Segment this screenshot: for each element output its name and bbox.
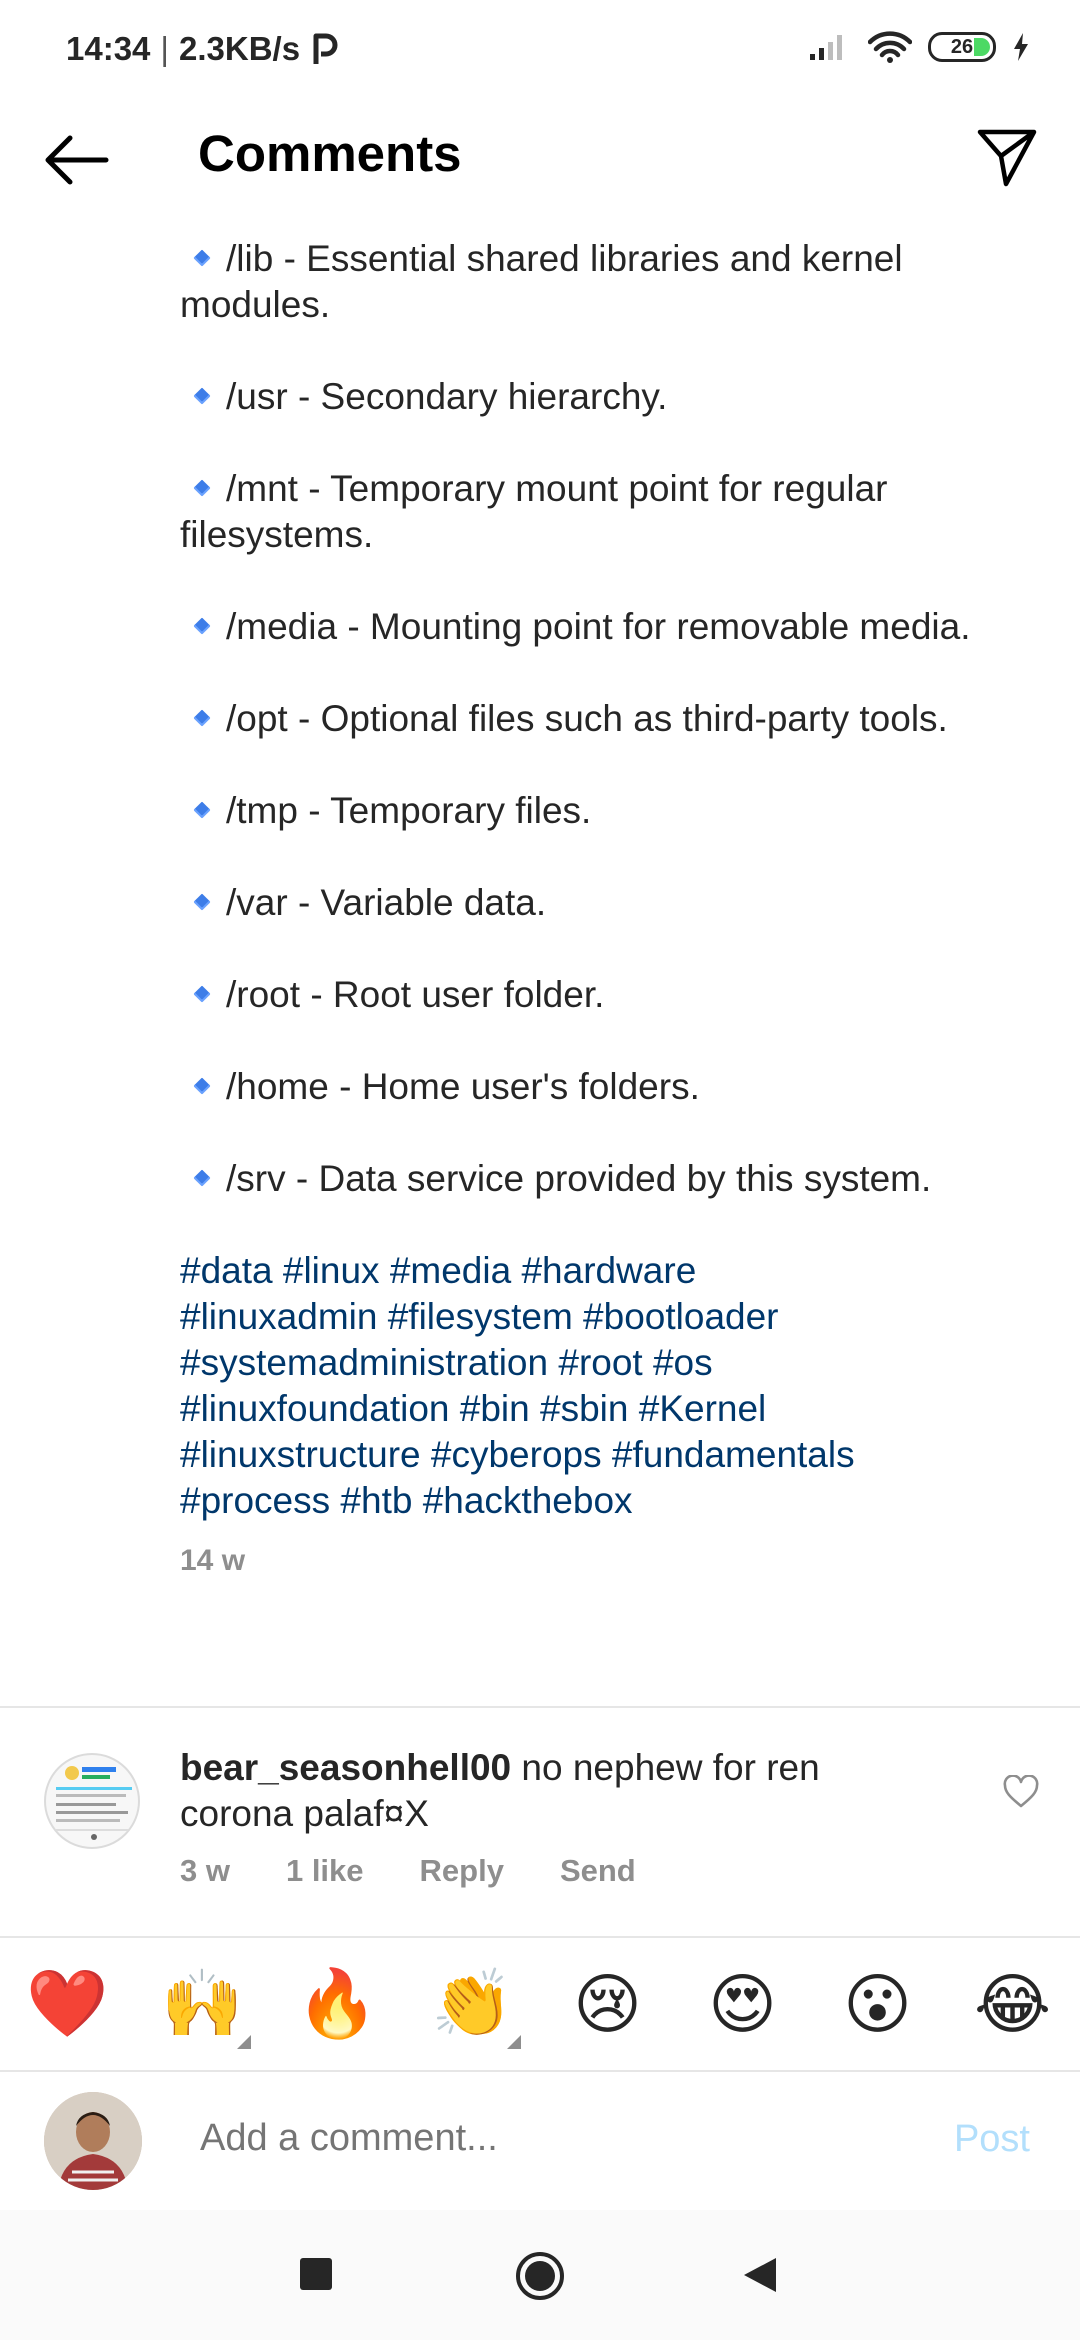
- post-caption: /lib - Essential shared libraries and ke…: [180, 236, 1030, 1584]
- network-speed: 2.3KB/s: [178, 30, 301, 67]
- send-button[interactable]: Send: [560, 1853, 636, 1889]
- comment-text: bear_seasonhell00 no nephew for ren coro…: [180, 1745, 860, 1837]
- blue-diamond-icon: [193, 249, 211, 267]
- emoji-quick-bar: ❤️ 🙌 🔥 👏 😢 😍 😮 😂: [0, 1938, 1080, 2070]
- caption-item-text: /srv - Data service provided by this sys…: [226, 1158, 932, 1199]
- user-avatar: [44, 2092, 142, 2190]
- comment-meta: 3 w 1 like Reply Send: [180, 1853, 636, 1889]
- comment-composer: Post: [0, 2072, 1080, 2210]
- post-button[interactable]: Post: [954, 2118, 1030, 2161]
- hashtag-line[interactable]: #data #linux #media #hardware: [180, 1248, 1030, 1294]
- comment: bear_seasonhell00 no nephew for ren coro…: [0, 1745, 1080, 1935]
- caption-item: /mnt - Temporary mount point for regular…: [180, 466, 1030, 558]
- charging-icon: [1014, 33, 1028, 61]
- emoji-glyph: 😂: [973, 1965, 1052, 2043]
- status-separator: |: [160, 30, 169, 67]
- red-heart-emoji[interactable]: ❤️: [18, 1965, 118, 2043]
- system-back-icon[interactable]: [742, 2256, 778, 2294]
- blue-diamond-icon: [193, 387, 211, 405]
- status-left: 14:34 | 2.3KB/s: [66, 30, 340, 68]
- system-nav-bar: [0, 2210, 1080, 2340]
- emoji-glyph: 🔥: [296, 1965, 379, 2042]
- hashtags: #data #linux #media #hardware #linuxadmin…: [180, 1248, 1030, 1524]
- blue-diamond-icon: [193, 709, 211, 727]
- blue-diamond-icon: [193, 801, 211, 819]
- hashtag-line[interactable]: #linuxfoundation #bin #sbin #Kernel: [180, 1386, 1030, 1432]
- blue-diamond-icon: [193, 479, 211, 497]
- caption-item: /tmp - Temporary files.: [180, 788, 1030, 834]
- caption-item: /usr - Secondary hierarchy.: [180, 374, 1030, 420]
- signal-icon: [810, 35, 842, 60]
- caption-item-text: /home - Home user's folders.: [226, 1066, 700, 1107]
- caption-item-text: /usr - Secondary hierarchy.: [226, 376, 668, 417]
- caption-item: /opt - Optional files such as third-part…: [180, 696, 1030, 742]
- divider: [0, 1706, 1080, 1708]
- skin-tone-indicator-icon: [236, 2035, 251, 2049]
- caption-item: /root - Root user folder.: [180, 972, 1030, 1018]
- header: Comments: [0, 100, 1080, 220]
- heart-eyes-emoji[interactable]: 😍: [693, 1966, 793, 2043]
- clapping-hands-emoji[interactable]: 👏: [423, 1965, 523, 2049]
- emoji-glyph: 😢: [573, 1965, 642, 2043]
- comment-input[interactable]: [198, 2116, 622, 2161]
- commenter-avatar[interactable]: [44, 1753, 140, 1849]
- user-avatar-photo: [44, 2092, 142, 2190]
- crying-face-emoji[interactable]: 😢: [558, 1966, 658, 2043]
- blue-diamond-icon: [193, 893, 211, 911]
- comment-time: 3 w: [180, 1853, 230, 1888]
- battery-icon: 26: [928, 32, 996, 62]
- caption-item-text: /media - Mounting point for removable me…: [226, 606, 971, 647]
- caption-item-text: /opt - Optional files such as third-part…: [226, 698, 948, 739]
- skin-tone-indicator-icon: [506, 2035, 521, 2049]
- blue-diamond-icon: [193, 1169, 211, 1187]
- wifi-icon: [868, 31, 912, 63]
- like-heart-icon[interactable]: [1002, 1775, 1040, 1809]
- caption-item-text: /root - Root user folder.: [226, 974, 605, 1015]
- caption-item: /media - Mounting point for removable me…: [180, 604, 1030, 650]
- emoji-glyph: 😮: [843, 1965, 912, 2043]
- back-arrow-icon[interactable]: [40, 130, 112, 190]
- direct-send-icon[interactable]: [974, 124, 1040, 190]
- status-time: 14:34: [66, 30, 151, 67]
- fire-emoji[interactable]: 🔥: [288, 1965, 388, 2043]
- caption-items: /lib - Essential shared libraries and ke…: [180, 236, 1030, 1202]
- emoji-glyph: ❤️: [26, 1965, 109, 2042]
- hashtag-line[interactable]: #process #htb #hackthebox: [180, 1478, 1030, 1524]
- caption-item: /home - Home user's folders.: [180, 1064, 1030, 1110]
- comment-likes[interactable]: 1 like: [286, 1853, 364, 1889]
- caption-item: /var - Variable data.: [180, 880, 1030, 926]
- blue-diamond-icon: [193, 1077, 211, 1095]
- hashtag-line[interactable]: #systemadministration #root #os: [180, 1340, 1030, 1386]
- home-icon[interactable]: [514, 2250, 566, 2302]
- emoji-glyph: 😍: [708, 1965, 777, 2043]
- battery-level: 26: [950, 35, 974, 58]
- blue-diamond-icon: [193, 985, 211, 1003]
- hashtag-line[interactable]: #linuxstructure #cyberops #fundamentals: [180, 1432, 1030, 1478]
- comment-username[interactable]: bear_seasonhell00: [180, 1747, 511, 1788]
- caption-item: /srv - Data service provided by this sys…: [180, 1156, 1030, 1202]
- caption-item-text: /mnt - Temporary mount point for regular…: [180, 468, 888, 555]
- caption-item-text: /lib - Essential shared libraries and ke…: [180, 238, 903, 325]
- caption-item-text: /var - Variable data.: [226, 882, 547, 923]
- page-title: Comments: [198, 125, 462, 182]
- surprised-face-emoji[interactable]: 😮: [828, 1966, 928, 2043]
- emoji-glyph: 🙌: [161, 1965, 244, 2042]
- caption-item-text: /tmp - Temporary files.: [226, 790, 592, 831]
- caption-timestamp: 14 w: [180, 1544, 246, 1577]
- emoji-glyph: 👏: [431, 1965, 514, 2042]
- hashtag-line[interactable]: #linuxadmin #filesystem #bootloader: [180, 1294, 1030, 1340]
- privacy-elearning-logo: [56, 1766, 132, 1840]
- reply-button[interactable]: Reply: [420, 1853, 504, 1889]
- status-bar: 14:34 | 2.3KB/s 26: [0, 0, 1080, 100]
- status-right: 26: [808, 30, 1030, 64]
- recents-icon[interactable]: [300, 2258, 332, 2290]
- parking-icon: [313, 33, 338, 64]
- raising-hands-emoji[interactable]: 🙌: [153, 1965, 253, 2049]
- tears-of-joy-emoji[interactable]: 😂: [963, 1966, 1063, 2043]
- caption-item: /lib - Essential shared libraries and ke…: [180, 236, 1030, 328]
- blue-diamond-icon: [193, 617, 211, 635]
